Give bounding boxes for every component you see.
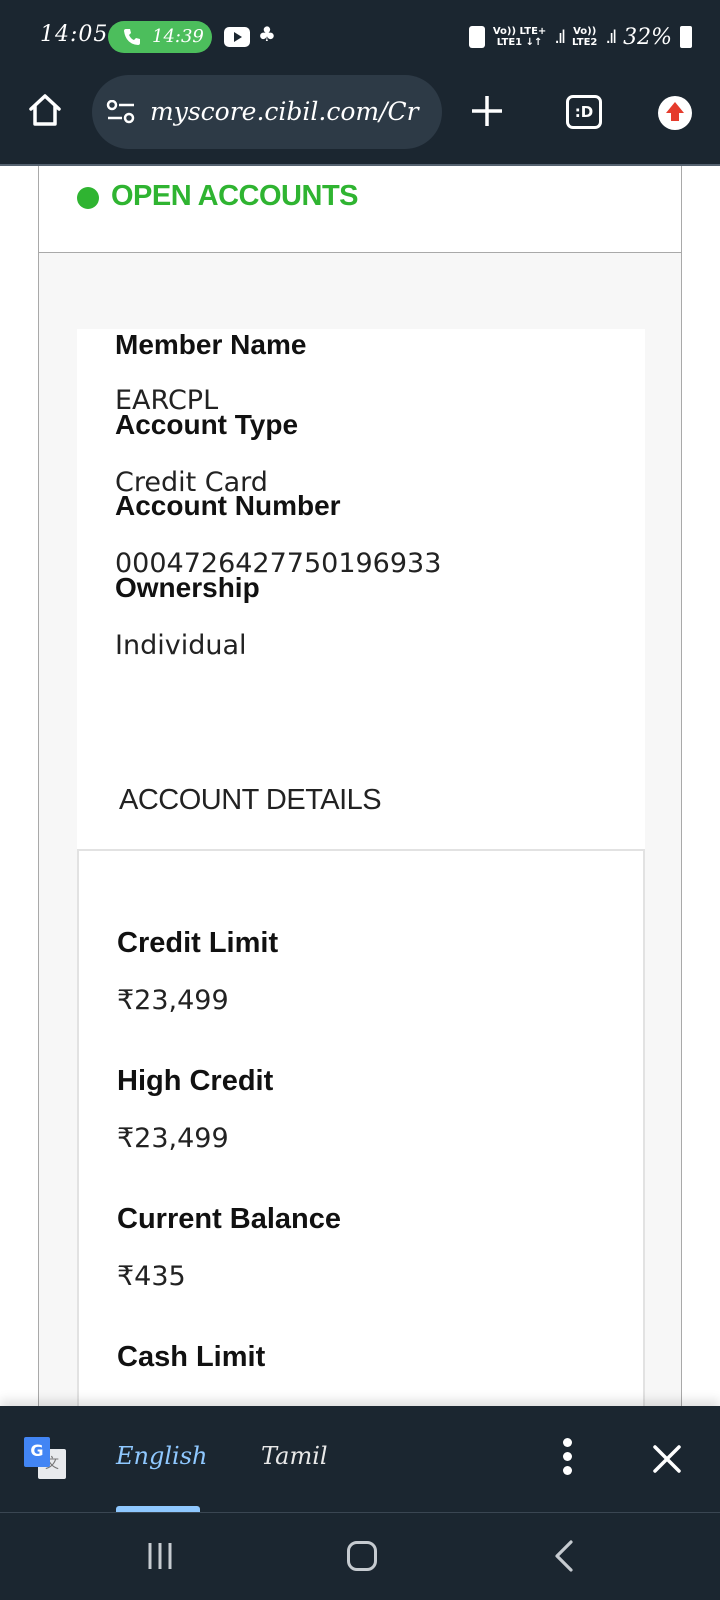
ownership-value: Individual <box>115 630 247 661</box>
site-settings-icon[interactable] <box>106 100 136 124</box>
status-dot-icon <box>77 187 99 209</box>
account-panel: Member Name EARCPL Account Type Credit C… <box>39 253 681 1406</box>
account-summary-card: Member Name EARCPL Account Type Credit C… <box>77 329 645 849</box>
open-accounts-header[interactable]: OPEN ACCOUNTS <box>39 166 681 253</box>
back-icon[interactable] <box>552 1539 576 1573</box>
credit-limit-value: ₹23,499 <box>117 985 229 1016</box>
ongoing-call-pill[interactable]: 14:39 <box>108 21 212 53</box>
account-type-label: Account Type <box>115 409 299 440</box>
battery-icon <box>680 26 692 48</box>
lang-tamil-tab[interactable]: Tamil <box>261 1442 328 1470</box>
account-details-card: Credit Limit ₹23,499 High Credit ₹23,499… <box>77 849 645 1406</box>
browser-toolbar: myscore.cibil.com/Cr :D <box>0 72 720 166</box>
home-icon[interactable] <box>27 92 63 128</box>
phone-icon <box>124 29 140 45</box>
url-text[interactable]: myscore.cibil.com/Cr <box>150 97 430 126</box>
accounts-container: OPEN ACCOUNTS Member Name EARCPL Account… <box>38 166 682 1406</box>
credit-limit-label: Credit Limit <box>117 927 279 959</box>
high-credit-value: ₹23,499 <box>117 1123 229 1154</box>
sim-icon <box>468 26 485 48</box>
more-options-icon[interactable] <box>560 1438 574 1482</box>
account-number-label: Account Number <box>115 490 341 521</box>
translate-bar: G 文 English Tamil <box>0 1406 720 1512</box>
member-name-label: Member Name <box>115 329 307 360</box>
signal-1-icon: .ıl <box>554 26 566 48</box>
google-translate-icon[interactable]: G 文 <box>24 1437 66 1479</box>
address-bar[interactable]: myscore.cibil.com/Cr <box>92 75 442 149</box>
status-time: 14:05 <box>40 22 109 47</box>
recent-apps-icon[interactable] <box>146 1541 174 1571</box>
call-time: 14:39 <box>152 26 204 47</box>
status-right-group: Vo)) LTE+ LTE1 ↓↑ .ıl Vo)) LTE2 .ıl 32% <box>468 22 692 52</box>
new-tab-icon[interactable] <box>470 94 504 128</box>
current-balance-label: Current Balance <box>117 1203 342 1235</box>
youtube-icon <box>224 27 250 47</box>
system-nav-bar <box>0 1512 720 1600</box>
open-accounts-title: OPEN ACCOUNTS <box>111 180 359 212</box>
account-details-title: ACCOUNT DETAILS <box>119 784 382 816</box>
tab-switcher-button[interactable]: :D <box>566 95 602 129</box>
notification-icon: ♣ <box>258 22 276 46</box>
close-icon[interactable] <box>652 1444 682 1474</box>
battery-percent: 32% <box>623 24 672 50</box>
web-page: OPEN ACCOUNTS Member Name EARCPL Account… <box>0 166 720 1406</box>
network-2: Vo)) LTE2 <box>572 26 598 48</box>
high-credit-label: High Credit <box>117 1065 274 1097</box>
signal-2-icon: .ıl <box>605 26 617 48</box>
status-bar: 14:05 14:39 ♣ Vo)) LTE+ LTE1 ↓↑ .ıl Vo)) L… <box>0 0 720 72</box>
lang-english-tab[interactable]: English <box>116 1442 207 1470</box>
ownership-label: Ownership <box>115 572 260 603</box>
update-available-icon[interactable] <box>658 96 692 130</box>
current-balance-value: ₹435 <box>117 1261 186 1292</box>
cash-limit-label: Cash Limit <box>117 1341 266 1373</box>
network-1: Vo)) LTE+ LTE1 ↓↑ <box>492 26 547 48</box>
home-nav-icon[interactable] <box>347 1541 377 1571</box>
